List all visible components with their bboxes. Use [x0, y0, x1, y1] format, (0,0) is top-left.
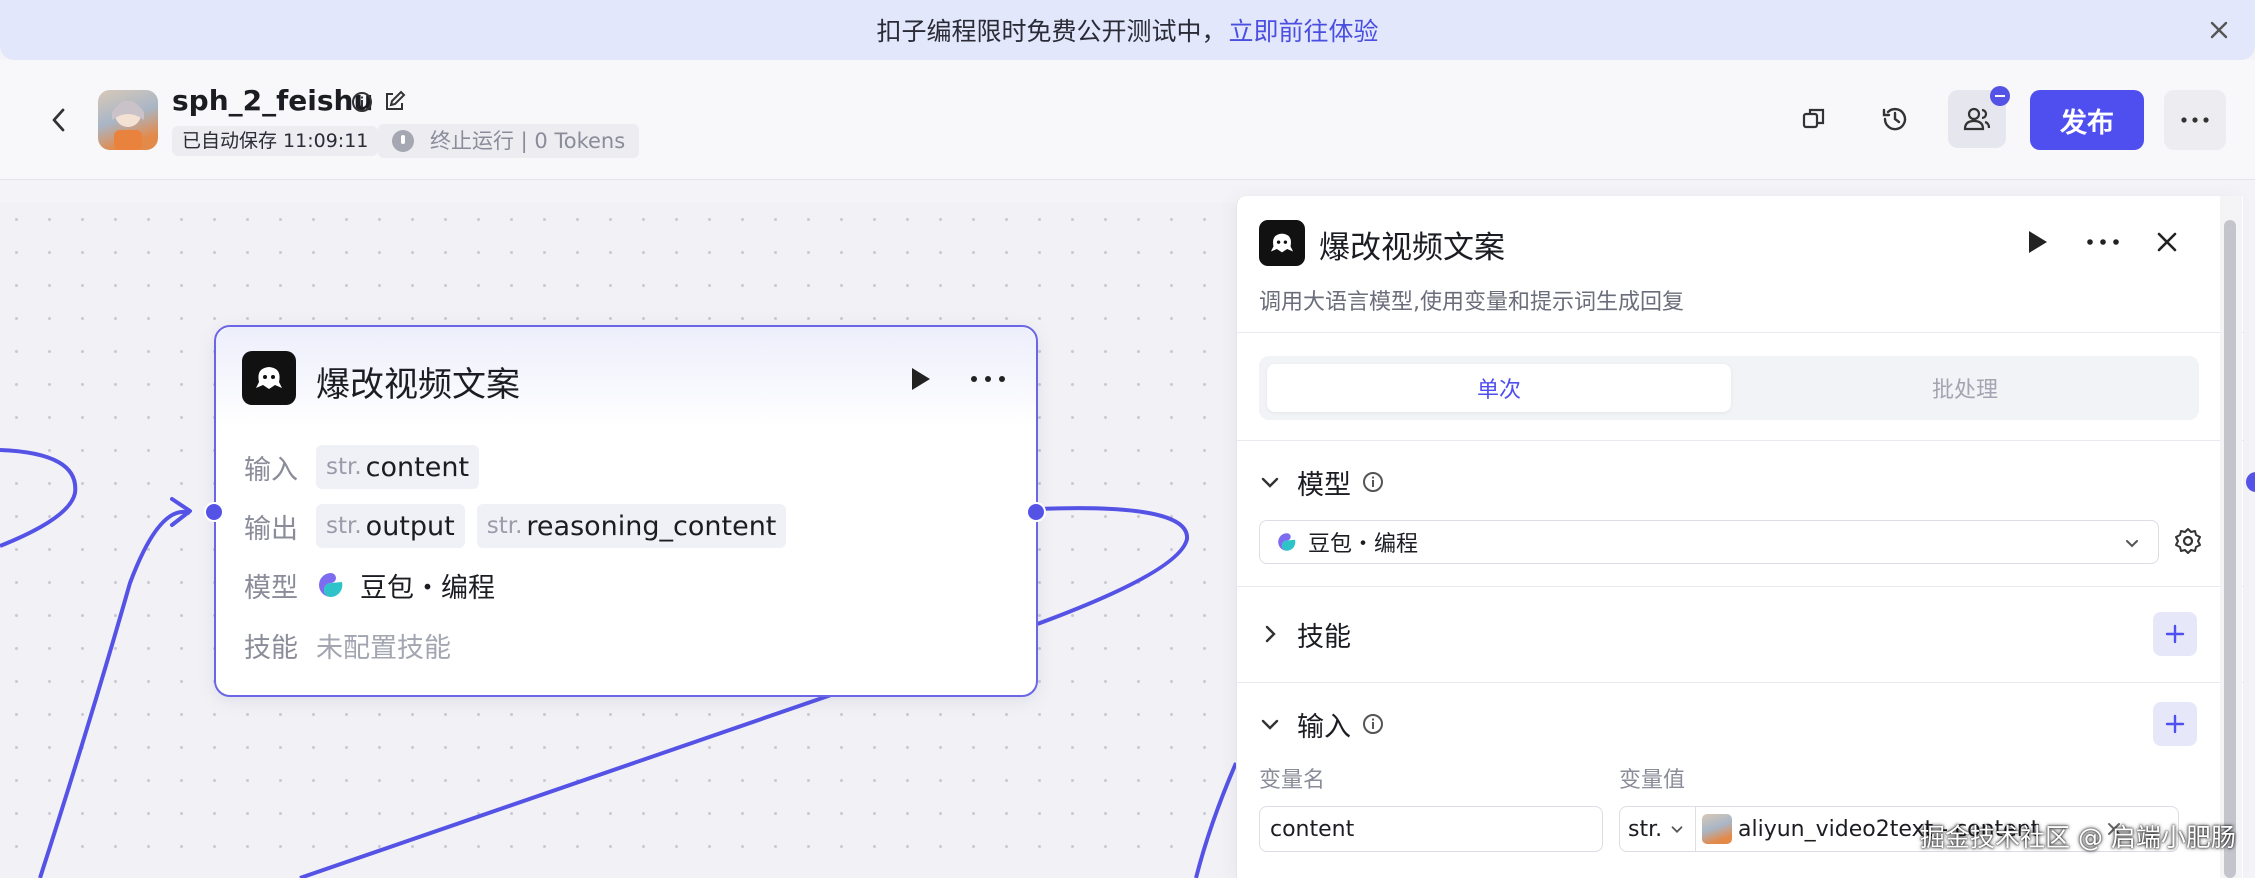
divider [1237, 586, 2244, 587]
tab-batch[interactable]: 批处理 [1739, 364, 2191, 412]
chevron-down-icon [1261, 477, 1279, 488]
skill-label: 技能 [244, 632, 298, 664]
model-label: 模型 [244, 572, 298, 604]
announcement-banner: 扣子编程限时免费公开测试中， 立即前往体验 [0, 0, 2255, 60]
doubao-model-icon [319, 573, 343, 597]
add-input-button[interactable] [2153, 702, 2197, 746]
app-header: sph_2_feishu 已自动保存 11:09:11 终止运行 | 0 Tok… [0, 60, 2255, 180]
node-model-row: 模型 豆包・编程 [244, 563, 495, 607]
chevron-right-icon [1265, 625, 1276, 643]
variable-name-input[interactable]: content [1259, 806, 1603, 852]
users-icon [1963, 107, 1991, 131]
back-arrow-icon[interactable] [44, 102, 74, 138]
divider [1237, 332, 2244, 333]
type-select[interactable]: str. [1620, 806, 1696, 852]
panel-description: 调用大语言模型,使用变量和提示词生成回复 [1259, 290, 1684, 315]
play-icon[interactable] [906, 365, 934, 393]
doubao-model-icon [1278, 533, 1296, 551]
copy-icon [1802, 108, 1825, 129]
input-chip: str. content [316, 445, 480, 489]
divider [1237, 440, 2244, 441]
autosave-status: 已自动保存 11:09:11 [172, 126, 379, 156]
input-section-title: 输入 [1297, 711, 1351, 743]
plus-icon [2165, 714, 2185, 734]
history-icon [1882, 107, 1907, 131]
output-port[interactable] [1026, 502, 1046, 522]
chevron-down-icon [1261, 719, 1279, 730]
publish-button[interactable]: 发布 [2030, 90, 2144, 150]
more-icon[interactable] [2085, 228, 2121, 256]
column-header-var-value: 变量值 [1619, 768, 1686, 793]
close-icon[interactable] [2203, 14, 2235, 46]
node-skill-row: 技能 未配置技能 [244, 623, 451, 667]
type-value: str. [1628, 816, 1663, 842]
watermark: 掘金技术社区 @ 启端小肥肠 [1920, 823, 2236, 852]
llm-node[interactable]: 爆改视频文案 输入 str. content 输出 str. output str.… [214, 325, 1038, 697]
play-icon[interactable] [2023, 228, 2051, 256]
history-button[interactable] [1866, 90, 1924, 148]
model-select-value: 豆包・编程 [1308, 532, 1419, 557]
model-section-header[interactable]: 模型 [1259, 464, 1385, 501]
more-icon[interactable] [968, 365, 1008, 393]
skill-section-header[interactable]: 技能 [1259, 616, 1351, 653]
panel-scrollbar[interactable] [2224, 220, 2236, 878]
input-label: 输入 [244, 454, 298, 486]
notification-badge [1990, 86, 2010, 106]
stop-status-icon [392, 130, 414, 152]
model-value: 豆包・编程 [360, 572, 495, 604]
run-status: 终止运行 | 0 Tokens [378, 124, 640, 158]
banner-text: 扣子编程限时免费公开测试中， [876, 17, 1227, 46]
info-icon[interactable] [1361, 712, 1385, 736]
app-avatar[interactable] [98, 90, 158, 150]
banner-link[interactable]: 立即前往体验 [1229, 12, 1379, 48]
more-icon [2181, 117, 2209, 123]
output-chip: str. output [316, 504, 465, 548]
info-icon[interactable] [350, 90, 374, 114]
input-section-header[interactable]: 输入 [1259, 706, 1385, 743]
panel-title: 爆改视频文案 [1319, 230, 1505, 266]
divider [1237, 682, 2244, 683]
skill-section-title: 技能 [1297, 621, 1351, 653]
gear-icon[interactable] [2173, 526, 2203, 556]
add-skill-button[interactable] [2153, 612, 2197, 656]
plus-icon [2165, 624, 2185, 644]
tab-single[interactable]: 单次 [1267, 364, 1731, 412]
model-select[interactable]: 豆包・编程 [1259, 520, 2159, 564]
node-input-row: 输入 str. content [244, 445, 491, 489]
copy-button[interactable] [1785, 90, 1843, 148]
node-thumbnail [1702, 814, 1732, 844]
llm-node-icon [1259, 220, 1305, 266]
node-output-row: 输出 str. output str. reasoning_content [244, 504, 798, 548]
run-status-text: 终止运行 | 0 Tokens [430, 129, 626, 153]
column-header-var-name: 变量名 [1259, 768, 1326, 793]
run-mode-tabs: 单次 批处理 [1259, 356, 2199, 420]
collaborators-button[interactable] [1948, 86, 2010, 148]
llm-node-icon [242, 351, 296, 405]
input-port[interactable] [204, 502, 224, 522]
app-name: sph_2_feishu [172, 84, 374, 117]
node-config-panel: 爆改视频文案 调用大语言模型,使用变量和提示词生成回复 单次 批处理 模型 豆包… [1236, 196, 2244, 878]
more-button[interactable] [2164, 90, 2226, 150]
workflow-canvas[interactable]: 爆改视频文案 输入 str. content 输出 str. output str.… [0, 203, 1236, 878]
edit-icon[interactable] [382, 90, 406, 114]
skill-value: 未配置技能 [316, 632, 451, 664]
output-label: 输出 [244, 513, 298, 545]
chevron-down-icon [1671, 826, 1683, 833]
info-icon[interactable] [1361, 470, 1385, 494]
output-chip: str. reasoning_content [476, 504, 787, 548]
close-icon[interactable] [2151, 226, 2183, 258]
node-title: 爆改视频文案 [316, 365, 520, 405]
edge-port [2246, 472, 2255, 492]
chevron-down-icon [2126, 540, 2138, 548]
model-section-title: 模型 [1297, 469, 1351, 501]
